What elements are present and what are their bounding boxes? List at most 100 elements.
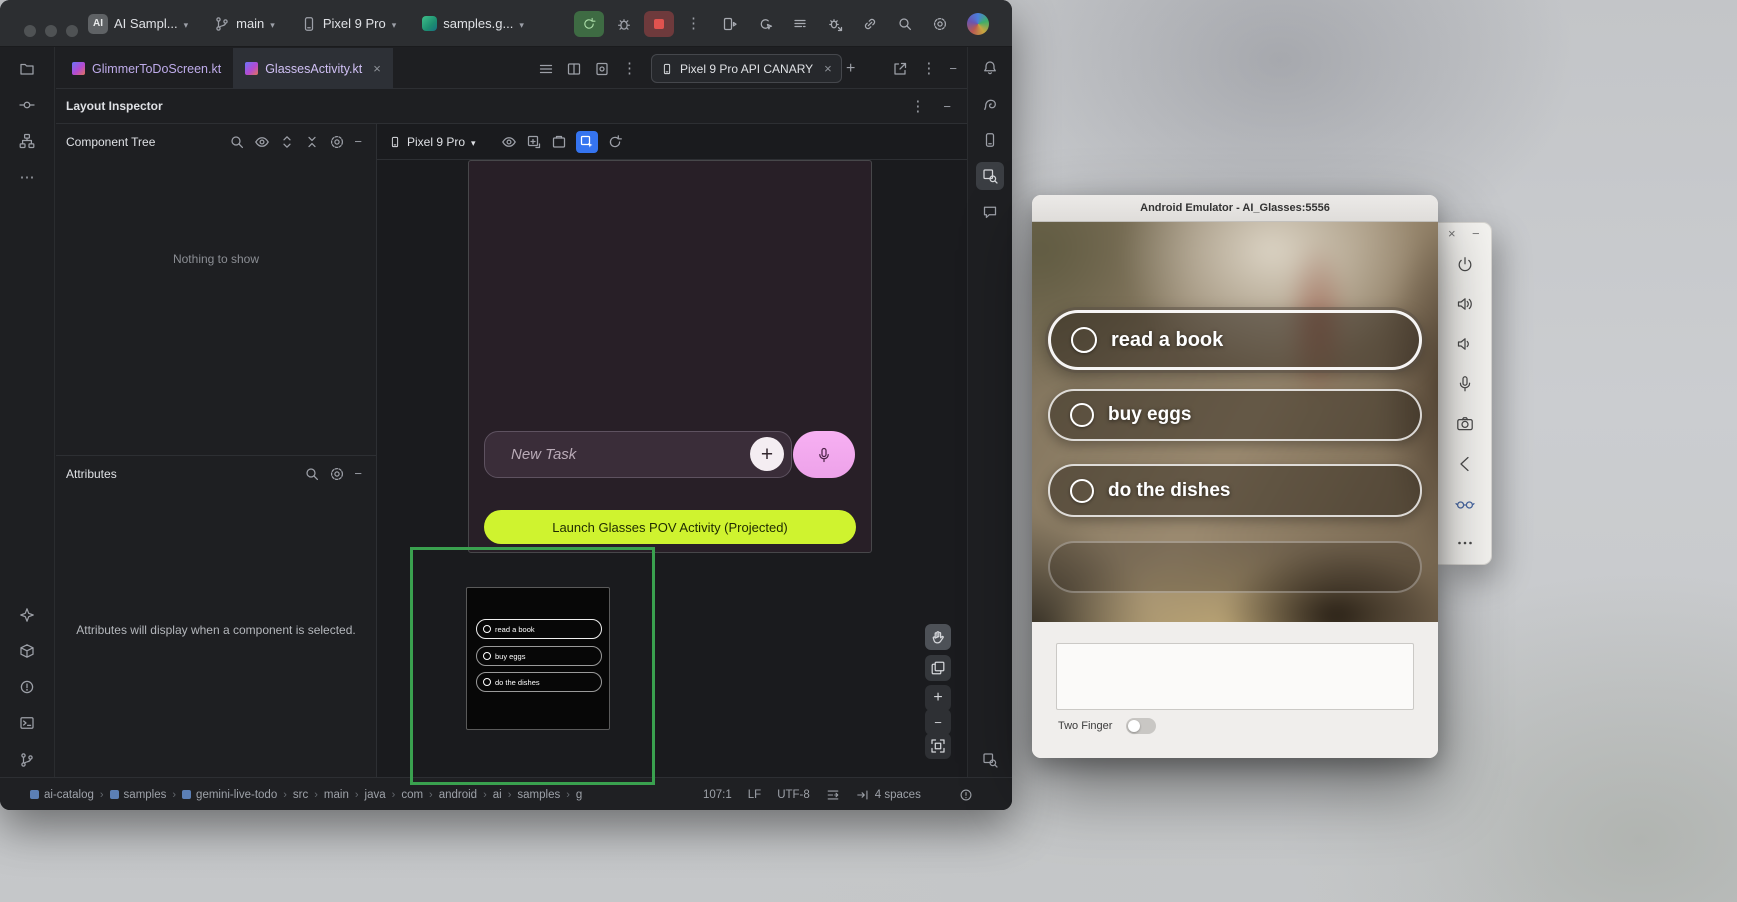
launch-glasses-pov-button[interactable]: Launch Glasses POV Activity (Projected) bbox=[484, 510, 856, 544]
back-button-icon[interactable] bbox=[1455, 454, 1475, 474]
branch-widget[interactable]: main bbox=[214, 16, 275, 32]
todo-item[interactable]: do the dishes bbox=[476, 672, 602, 692]
deep-inspect-toggle-icon[interactable] bbox=[576, 131, 598, 153]
link-icon[interactable] bbox=[862, 16, 878, 32]
breadcrumb-item[interactable]: ai bbox=[493, 789, 502, 801]
gemini-tool-icon[interactable] bbox=[13, 601, 41, 629]
close-icon[interactable] bbox=[1448, 227, 1456, 240]
breadcrumb-item[interactable]: src bbox=[293, 789, 308, 801]
profile-avatar[interactable] bbox=[967, 13, 989, 35]
refresh-sync-icon[interactable] bbox=[607, 134, 623, 150]
gradle-tool-icon[interactable] bbox=[976, 90, 1004, 118]
breadcrumb-item[interactable]: ai-catalog bbox=[30, 789, 94, 801]
more-options-icon[interactable] bbox=[1455, 533, 1475, 553]
emulator-titlebar[interactable]: Android Emulator - AI_Glasses:5556 bbox=[1032, 195, 1438, 222]
problems-tool-icon[interactable] bbox=[13, 673, 41, 701]
split-editor-icon[interactable] bbox=[566, 61, 582, 77]
more-run-actions-icon[interactable] bbox=[686, 14, 701, 33]
minimize-window-button[interactable] bbox=[45, 25, 57, 37]
two-finger-toggle[interactable] bbox=[1126, 718, 1156, 734]
hide-panel-icon[interactable] bbox=[354, 465, 362, 483]
breadcrumb-item[interactable]: main bbox=[324, 789, 349, 801]
breadcrumb-item[interactable]: android bbox=[439, 789, 477, 801]
add-task-button[interactable]: + bbox=[750, 437, 784, 471]
volume-down-icon[interactable] bbox=[1455, 334, 1475, 354]
device-mirror-icon[interactable] bbox=[722, 16, 738, 32]
todo-item-focused[interactable]: read a book bbox=[1048, 310, 1422, 370]
rerun-button[interactable] bbox=[574, 11, 604, 37]
project-tool-icon[interactable] bbox=[13, 55, 41, 83]
more-icon[interactable] bbox=[622, 59, 637, 78]
settings-gear-icon[interactable] bbox=[932, 16, 948, 32]
search-icon[interactable] bbox=[897, 16, 913, 32]
microphone-icon[interactable] bbox=[1455, 374, 1475, 394]
more-icon[interactable] bbox=[910, 97, 925, 116]
preview-device-selector[interactable]: Pixel 9 Pro bbox=[389, 124, 476, 160]
zoom-window-button[interactable] bbox=[66, 25, 78, 37]
volume-up-icon[interactable] bbox=[1455, 294, 1475, 314]
close-tab-icon[interactable] bbox=[373, 61, 381, 76]
visibility-eye-icon[interactable] bbox=[501, 134, 517, 150]
tab-glassesactivity[interactable]: GlassesActivity.kt bbox=[233, 48, 393, 89]
visibility-eye-icon[interactable] bbox=[254, 134, 270, 150]
notifications-bell-icon[interactable] bbox=[976, 54, 1004, 82]
open-in-window-icon[interactable] bbox=[892, 61, 908, 77]
indent-widget[interactable]: 4 spaces bbox=[856, 788, 921, 802]
version-control-tool-icon[interactable] bbox=[13, 746, 41, 774]
glasses-mode-icon[interactable] bbox=[1455, 493, 1475, 513]
encoding-widget[interactable]: UTF-8 bbox=[777, 789, 810, 801]
add-device-tab-icon[interactable] bbox=[846, 60, 855, 78]
camera-icon[interactable] bbox=[1455, 414, 1475, 434]
commit-tool-icon[interactable] bbox=[13, 91, 41, 119]
device-manager-tool-icon[interactable] bbox=[976, 126, 1004, 154]
debug-icon[interactable] bbox=[616, 16, 632, 32]
breadcrumb-item[interactable]: g bbox=[576, 789, 582, 801]
layers-view-button[interactable] bbox=[925, 655, 951, 681]
view-list-icon[interactable] bbox=[538, 61, 554, 77]
indent-guide-icon[interactable] bbox=[826, 788, 840, 802]
feedback-chat-tool-icon[interactable] bbox=[976, 198, 1004, 226]
zoom-to-fit-button[interactable] bbox=[925, 733, 951, 759]
expand-all-icon[interactable] bbox=[279, 134, 295, 150]
snapshot-add-icon[interactable] bbox=[526, 134, 542, 150]
breadcrumb-item[interactable]: gemini-live-todo bbox=[182, 789, 277, 801]
search-icon[interactable] bbox=[229, 134, 245, 150]
close-tab-icon[interactable] bbox=[824, 61, 832, 76]
more-icon[interactable] bbox=[921, 59, 936, 78]
minimize-icon[interactable] bbox=[1472, 227, 1480, 240]
stop-button[interactable] bbox=[644, 11, 674, 37]
breadcrumb-item[interactable]: samples bbox=[517, 789, 560, 801]
settings-gear-icon[interactable] bbox=[329, 466, 345, 482]
emulator-screen[interactable]: read a book buy eggs do the dishes bbox=[1032, 222, 1438, 622]
hide-panel-icon[interactable] bbox=[354, 133, 362, 151]
collapse-all-icon[interactable] bbox=[304, 134, 320, 150]
caret-position-widget[interactable]: 107:1 bbox=[703, 789, 732, 801]
run-config-widget[interactable]: samples.g... bbox=[422, 16, 524, 31]
new-task-input[interactable]: New Task bbox=[484, 431, 792, 478]
terminal-tool-icon[interactable] bbox=[13, 709, 41, 737]
voice-input-button[interactable] bbox=[793, 431, 855, 478]
search-icon[interactable] bbox=[304, 466, 320, 482]
layout-inspector-tool-icon[interactable] bbox=[976, 162, 1004, 190]
breadcrumb-item[interactable]: com bbox=[401, 789, 423, 801]
breadcrumb-item[interactable]: samples bbox=[110, 789, 167, 801]
power-button-icon[interactable] bbox=[1455, 255, 1475, 275]
breadcrumb-item[interactable]: java bbox=[365, 789, 386, 801]
todo-item[interactable]: buy eggs bbox=[476, 646, 602, 666]
app-insights-icon[interactable] bbox=[827, 16, 843, 32]
logcat-icon[interactable] bbox=[792, 16, 808, 32]
device-screenshot-icon[interactable] bbox=[594, 61, 610, 77]
services-tool-icon[interactable] bbox=[13, 637, 41, 665]
more-tools-icon[interactable] bbox=[13, 163, 41, 191]
hide-panel-icon[interactable] bbox=[949, 60, 957, 78]
device-selector-widget[interactable]: Pixel 9 Pro bbox=[301, 16, 396, 32]
hide-panel-icon[interactable] bbox=[943, 98, 951, 116]
zoom-out-button[interactable] bbox=[925, 709, 951, 735]
line-separator-widget[interactable]: LF bbox=[748, 789, 761, 801]
project-widget[interactable]: AI AI Sampl... bbox=[88, 14, 188, 34]
structure-tool-icon[interactable] bbox=[13, 127, 41, 155]
settings-gear-icon[interactable] bbox=[329, 134, 345, 150]
todo-item[interactable]: buy eggs bbox=[1048, 389, 1422, 441]
todo-item[interactable]: do the dishes bbox=[1048, 464, 1422, 517]
compose-preview-icon[interactable] bbox=[757, 16, 773, 32]
